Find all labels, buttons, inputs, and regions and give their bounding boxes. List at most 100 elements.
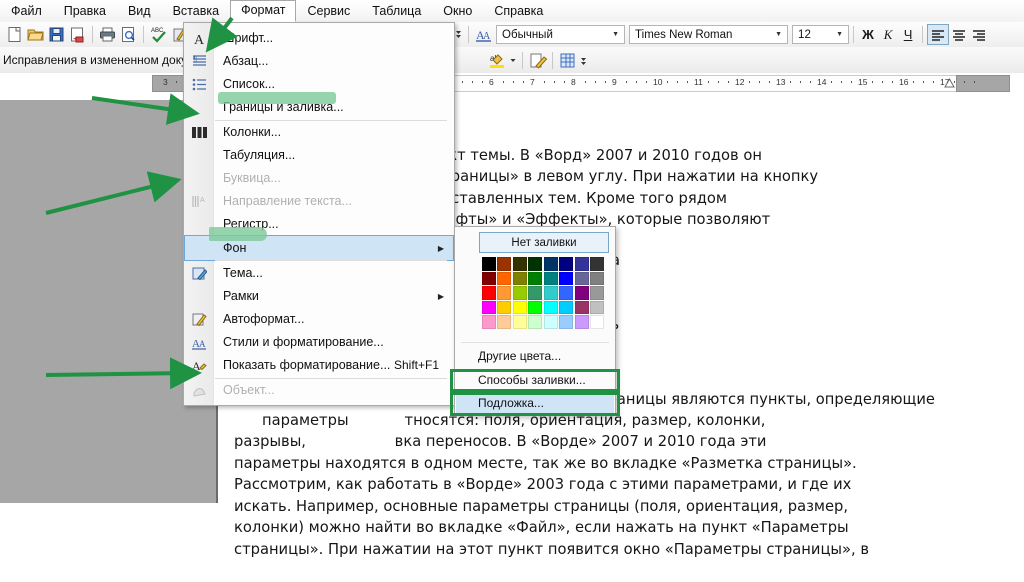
- menu-item-0[interactable]: Файл: [0, 1, 53, 22]
- format-dropdown-menu[interactable]: A Шрифт... ¶ Абзац... Список... Границы и зал…: [183, 22, 455, 406]
- menu-item-табуляция[interactable]: Табуляция...: [185, 143, 453, 167]
- italic-button[interactable]: К: [878, 25, 898, 44]
- color-swatch[interactable]: [574, 300, 589, 315]
- chevron-down-icon[interactable]: ▼: [772, 31, 785, 38]
- color-swatch[interactable]: [543, 257, 558, 271]
- menu-item-рамки[interactable]: Рамки ▶: [185, 284, 453, 308]
- align-left-icon[interactable]: [927, 24, 950, 45]
- color-swatch[interactable]: [512, 300, 527, 315]
- columns-icon: [185, 120, 214, 144]
- bold-button[interactable]: Ж: [858, 25, 878, 44]
- color-swatch[interactable]: [543, 315, 558, 329]
- review-pen-icon[interactable]: [528, 51, 548, 70]
- ruler-minor-tick: [667, 81, 668, 83]
- menu-item-абзац[interactable]: ¶ Абзац...: [185, 49, 453, 73]
- ruler-minor-tick: [800, 81, 801, 83]
- chevron-down-icon[interactable]: [509, 51, 517, 70]
- color-swatch[interactable]: [512, 315, 527, 329]
- color-swatch[interactable]: [497, 257, 511, 271]
- color-swatch[interactable]: [497, 286, 511, 300]
- color-swatch[interactable]: [574, 257, 589, 271]
- menu-item-6[interactable]: Таблица: [361, 1, 432, 22]
- save-icon[interactable]: [47, 25, 66, 44]
- color-swatch[interactable]: [528, 257, 542, 271]
- color-swatch[interactable]: [574, 315, 589, 329]
- color-swatch[interactable]: [528, 315, 542, 329]
- menu-item-3[interactable]: Вставка: [162, 1, 230, 22]
- ruler-minor-tick: [964, 81, 965, 83]
- color-swatch[interactable]: [528, 300, 542, 315]
- ruler-minor-tick: [728, 81, 729, 83]
- color-swatch[interactable]: [574, 271, 589, 286]
- submenu-item-другие-цвета[interactable]: Другие цвета...: [456, 346, 614, 366]
- svg-text:A: A: [194, 33, 205, 46]
- menu-item-шрифт[interactable]: A Шрифт...: [185, 26, 453, 50]
- menu-item-8[interactable]: Справка: [483, 1, 554, 22]
- color-palette-grid[interactable]: [480, 256, 604, 329]
- menu-item-4[interactable]: Формат: [230, 0, 297, 22]
- color-swatch[interactable]: [512, 257, 527, 271]
- color-swatch[interactable]: [481, 300, 496, 315]
- color-swatch[interactable]: [590, 271, 604, 286]
- chevron-down-icon[interactable]: ▼: [609, 31, 622, 38]
- color-swatch[interactable]: [497, 271, 511, 286]
- color-swatch[interactable]: [497, 315, 511, 329]
- styles-format-icon[interactable]: AA: [474, 25, 493, 44]
- color-swatch[interactable]: [512, 286, 527, 300]
- font-size-combo[interactable]: 12 ▼: [792, 25, 850, 44]
- chevron-down-icon[interactable]: ▼: [833, 31, 846, 38]
- color-swatch[interactable]: [481, 286, 496, 300]
- menu-item-тема[interactable]: Тема...: [185, 261, 453, 285]
- menu-item-автоформат[interactable]: Автоформат...: [185, 307, 453, 331]
- menu-item-стили-и-форматирование[interactable]: A A Стили и форматирование...: [185, 330, 453, 354]
- new-document-icon[interactable]: [5, 25, 24, 44]
- color-swatch[interactable]: [559, 257, 573, 271]
- color-swatch[interactable]: [559, 271, 573, 286]
- menu-item-5[interactable]: Сервис: [296, 1, 361, 22]
- color-swatch[interactable]: [590, 315, 604, 329]
- font-combo[interactable]: Times New Roman ▼: [629, 25, 789, 44]
- style-combo[interactable]: Обычный ▼: [496, 25, 626, 44]
- color-swatch[interactable]: [590, 257, 604, 271]
- horizontal-ruler[interactable]: 3 567891011121314151617: [0, 73, 1024, 96]
- menu-item-показать-форматирование[interactable]: A Показать форматирование... Shift+F1: [185, 353, 453, 377]
- color-swatch[interactable]: [497, 300, 511, 315]
- color-swatch[interactable]: [543, 300, 558, 315]
- color-swatch[interactable]: [574, 286, 589, 300]
- ruler-minor-tick: [564, 81, 565, 83]
- color-swatch[interactable]: [528, 286, 542, 300]
- color-swatch[interactable]: [559, 315, 573, 329]
- color-swatch[interactable]: [590, 300, 604, 315]
- email-document-icon[interactable]: [68, 25, 87, 44]
- no-fill-button[interactable]: Нет заливки: [479, 232, 609, 253]
- color-swatch[interactable]: [481, 257, 496, 271]
- open-folder-icon[interactable]: [26, 25, 45, 44]
- color-swatch[interactable]: [512, 271, 527, 286]
- menu-item-label: Рамки: [223, 289, 259, 303]
- track-changes-label[interactable]: Исправления в измененном докум: [0, 53, 195, 67]
- highlight-color-icon[interactable]: ab: [488, 51, 507, 70]
- color-swatch[interactable]: [559, 286, 573, 300]
- insert-table-icon[interactable]: [558, 51, 577, 70]
- color-swatch[interactable]: [481, 315, 496, 329]
- menu-item-2[interactable]: Вид: [117, 1, 162, 22]
- menu-item-1[interactable]: Правка: [53, 1, 117, 22]
- ruler-indent-marker[interactable]: [944, 78, 955, 89]
- menu-item-колонки[interactable]: Колонки...: [185, 120, 453, 144]
- menu-item-7[interactable]: Окно: [432, 1, 483, 22]
- print-icon[interactable]: [98, 25, 117, 44]
- align-right-icon[interactable]: [969, 25, 989, 44]
- color-swatch[interactable]: [543, 271, 558, 286]
- align-center-icon[interactable]: [949, 25, 969, 44]
- color-swatch[interactable]: [590, 286, 604, 300]
- color-swatch[interactable]: [559, 300, 573, 315]
- toolbar-overflow-icon[interactable]: [579, 51, 589, 70]
- color-swatch[interactable]: [528, 271, 542, 286]
- underline-button[interactable]: Ч: [898, 25, 918, 44]
- color-swatch[interactable]: [481, 271, 496, 286]
- color-swatch[interactable]: [543, 286, 558, 300]
- spellcheck-icon[interactable]: ABC: [149, 25, 168, 44]
- toolbar-overflow-icon[interactable]: [454, 25, 463, 44]
- svg-text:¶: ¶: [193, 55, 197, 64]
- print-preview-icon[interactable]: [119, 25, 138, 44]
